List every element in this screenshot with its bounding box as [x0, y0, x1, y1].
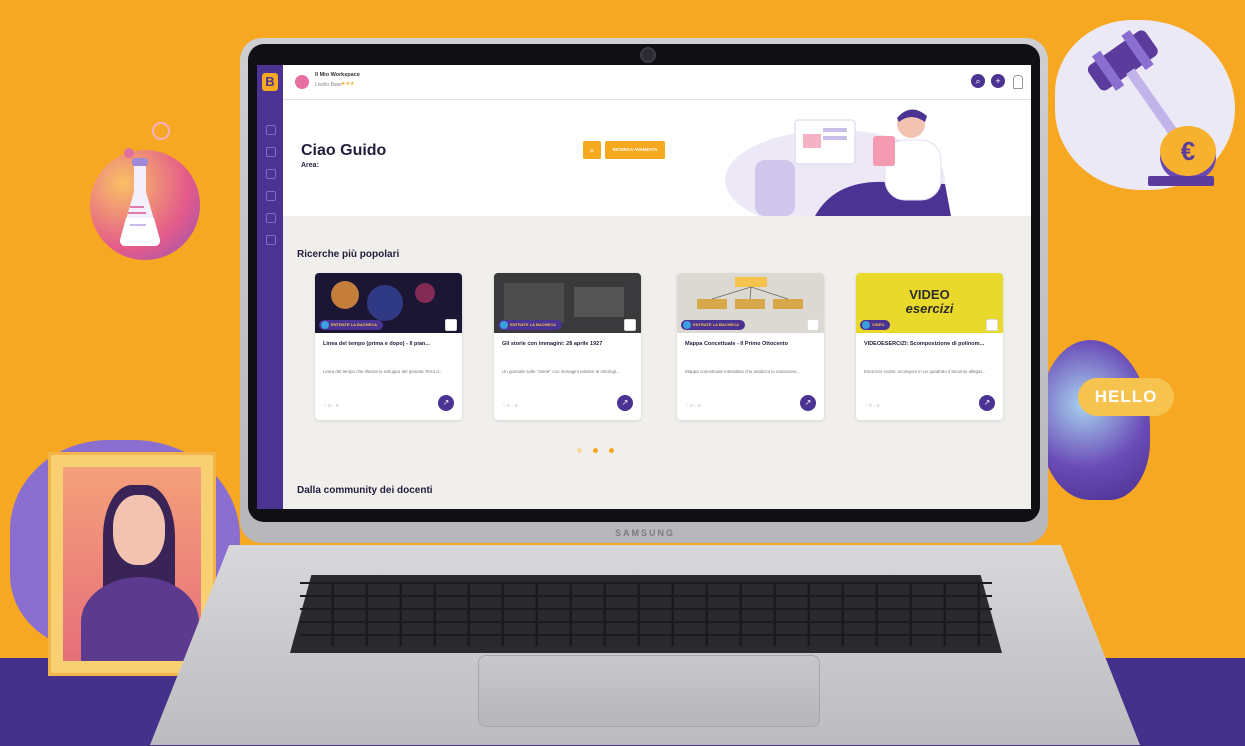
- badge-icon: [321, 321, 329, 329]
- menu-icon[interactable]: [266, 125, 276, 135]
- card-title[interactable]: Linea del tempo (prima e dopo) - Il pian…: [323, 341, 454, 348]
- area-label: Area:: [301, 162, 319, 169]
- teacher-illustration: [725, 109, 951, 216]
- laptop-screen: B Il Mio Workspace Livello Base ★★★ ⌕ + …: [257, 65, 1031, 509]
- open-card-button[interactable]: ↗: [438, 395, 454, 411]
- popular-searches-title: Ricerche più popolari: [297, 249, 400, 260]
- card-description: Mappa concettuale interattiva che analiz…: [685, 369, 801, 374]
- carousel-dot[interactable]: [609, 448, 614, 453]
- laptop-brand: SAMSUNG: [614, 528, 675, 538]
- card-title[interactable]: VIDEOESERCIZI: Scomposizione di polinom.…: [864, 341, 995, 348]
- sidebar-icon-community[interactable]: [266, 213, 276, 223]
- card-title[interactable]: Mappa Concettuale - Il Primo Ottocento: [685, 341, 816, 348]
- laptop-keys: [300, 582, 992, 646]
- card-stats: ♡ 0 ◌ 0: [864, 403, 880, 408]
- badge-icon: [683, 321, 691, 329]
- carousel-dot-active[interactable]: [593, 448, 598, 453]
- carousel-dot[interactable]: [577, 448, 582, 453]
- add-button[interactable]: +: [991, 74, 1005, 88]
- card-stats: ♡ 0 ◌ 0: [685, 403, 701, 408]
- card-description: Esercizio svolto: scomponi in un quadrat…: [864, 369, 986, 374]
- resource-card[interactable]: ENTRATE LA BACHECA Linea del tempo (prim…: [315, 273, 462, 420]
- painting-canvas: [63, 467, 201, 661]
- hero-banner: Ciao Guido Area: ⌕ RICERCA AVANZATA: [283, 100, 1031, 216]
- top-bar: Il Mio Workspace Livello Base ★★★ ⌕ +: [283, 65, 1031, 100]
- painting-face: [113, 495, 165, 565]
- open-card-button[interactable]: ↗: [979, 395, 995, 411]
- flask-icon: [120, 158, 160, 246]
- bubble-decoration: [152, 122, 170, 140]
- sidebar-icon-home[interactable]: [266, 147, 276, 157]
- sidebar: B: [257, 65, 283, 509]
- bookmark-icon[interactable]: [986, 319, 998, 331]
- webcam-icon: [640, 47, 656, 63]
- card-title[interactable]: Gli storie con immagini: 28 aprile 1927: [502, 341, 633, 348]
- hero-search-button[interactable]: ⌕: [583, 141, 601, 159]
- bookmark-icon[interactable]: [624, 319, 636, 331]
- painting-body: [81, 577, 199, 661]
- card-description: Un giornale sulle "storie" con immagini …: [502, 369, 620, 374]
- community-section-title: Dalla community dei docenti: [297, 485, 433, 496]
- card-badge: VIDEO: [860, 320, 891, 330]
- sidebar-icon-search[interactable]: [266, 169, 276, 179]
- sidebar-icon-folder[interactable]: [266, 191, 276, 201]
- bookmark-icon[interactable]: [807, 319, 819, 331]
- open-card-button[interactable]: ↗: [800, 395, 816, 411]
- euro-coin-icon: €: [1160, 126, 1216, 176]
- laptop-trackpad: [478, 655, 820, 727]
- greeting-title: Ciao Guido: [301, 142, 387, 159]
- workspace-level: Livello Base: [315, 82, 342, 88]
- card-stats: ♡ 0 ◌ 0: [502, 403, 518, 408]
- badge-icon: [862, 321, 870, 329]
- resource-card[interactable]: ENTRATE LA BACHECA Gli storie con immagi…: [494, 273, 641, 420]
- advanced-search-button[interactable]: RICERCA AVANZATA: [605, 141, 665, 159]
- hello-speech-bubble: HELLO: [1078, 378, 1174, 416]
- card-description: Linea del tempo che illustra lo sviluppo…: [323, 369, 443, 374]
- globe-illustration: [1040, 340, 1150, 500]
- gavel-base: [1148, 176, 1214, 186]
- bookmark-icon[interactable]: [445, 319, 457, 331]
- bell-icon[interactable]: [1013, 75, 1023, 89]
- bubble-decoration-small: [124, 148, 134, 158]
- app-logo[interactable]: B: [262, 73, 278, 91]
- card-badge: ENTRATE LA BACHECA: [681, 320, 745, 330]
- card-badge: ENTRATE LA BACHECA: [498, 320, 562, 330]
- card-badge: ENTRATE LA BACHECA: [319, 320, 383, 330]
- workspace-stars: ★★★: [341, 81, 355, 87]
- card-stats: ♡ 0 ◌ 0: [323, 403, 339, 408]
- sidebar-icon-settings[interactable]: [266, 235, 276, 245]
- workspace-avatar[interactable]: [295, 75, 309, 89]
- thumb-subtitle: esercizi: [905, 301, 954, 316]
- search-icon[interactable]: ⌕: [971, 74, 985, 88]
- thumb-title: VIDEO: [909, 287, 950, 302]
- badge-icon: [500, 321, 508, 329]
- resource-card[interactable]: VIDEO esercizi VIDEO VIDEOESERCIZI: Scom…: [856, 273, 1003, 420]
- open-card-button[interactable]: ↗: [617, 395, 633, 411]
- workspace-title[interactable]: Il Mio Workspace: [315, 72, 360, 78]
- resource-card[interactable]: ENTRATE LA BACHECA Mappa Concettuale - I…: [677, 273, 824, 420]
